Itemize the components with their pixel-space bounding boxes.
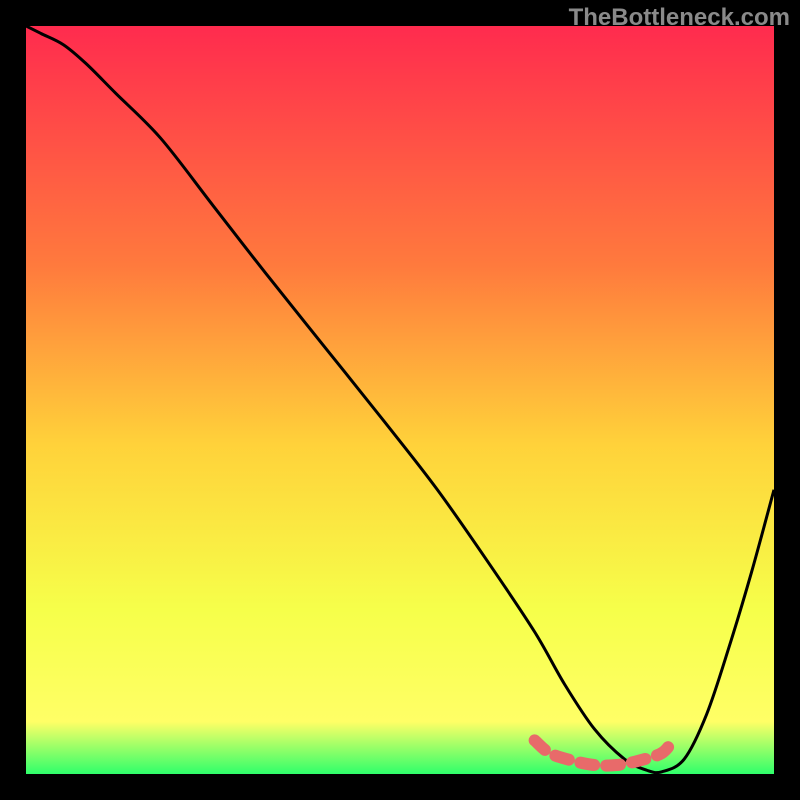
bottleneck-chart (26, 26, 774, 774)
gradient-background (26, 26, 774, 774)
